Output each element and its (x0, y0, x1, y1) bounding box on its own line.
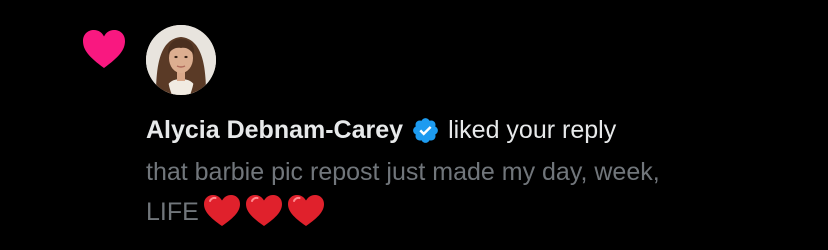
like-notification[interactable]: Alycia Debnam-Carey liked your reply tha… (0, 0, 828, 250)
reply-line-2-text: LIFE (146, 198, 199, 226)
reply-line-1: that barbie pic repost just made my day,… (146, 158, 660, 186)
avatar[interactable] (146, 25, 216, 95)
red-heart-emoji-icon (245, 195, 282, 226)
red-heart-emoji-icon (203, 195, 240, 226)
heart-icon (83, 30, 125, 68)
reply-line-2: LIFE (146, 192, 816, 232)
avatar-photo (146, 25, 216, 95)
action-text: liked your reply (448, 116, 617, 144)
notification-headline: Alycia Debnam-Carey liked your reply (146, 112, 616, 148)
red-heart-emoji-icon (287, 195, 324, 226)
reply-text[interactable]: that barbie pic repost just made my day,… (146, 152, 816, 232)
author-name[interactable]: Alycia Debnam-Carey (146, 112, 403, 148)
verified-badge-icon (413, 117, 438, 143)
